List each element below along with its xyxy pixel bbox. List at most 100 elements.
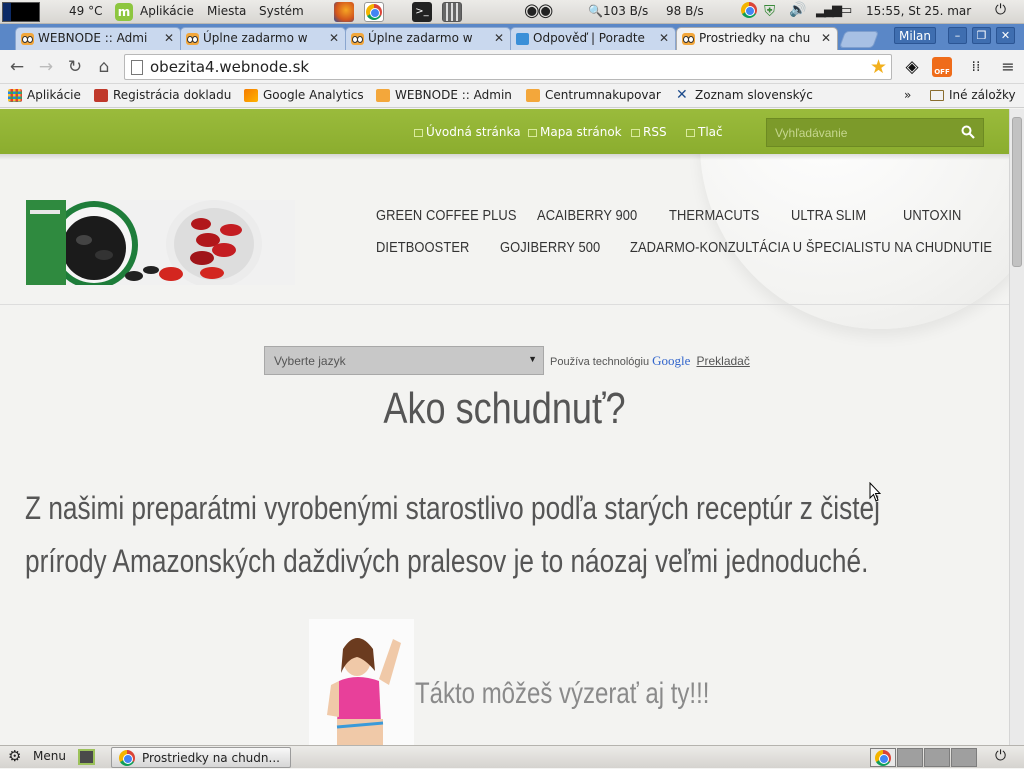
layers-extension-icon[interactable]: ◈ (902, 57, 922, 77)
menu-system[interactable]: Systém (259, 4, 304, 18)
menu-places[interactable]: Miesta (207, 4, 246, 18)
translate-link[interactable]: Prekladač (696, 354, 749, 368)
bookmark-webnode-admin[interactable]: WEBNODE :: Admin (376, 88, 512, 102)
terminal-launcher-icon[interactable]: >_ (412, 2, 432, 22)
clock[interactable]: 15:55, St 25. mar (866, 4, 971, 18)
net-down-readout: 🔍103 B/s (588, 4, 648, 18)
nav-rss-link[interactable]: RSS (631, 125, 667, 139)
tab-label: Odpověď | Poradte (533, 31, 645, 45)
grid-extension-icon[interactable]: ⁞⁞ (966, 57, 986, 77)
workspace-1[interactable] (870, 748, 896, 767)
close-icon[interactable]: ✕ (164, 31, 174, 45)
apps-grid-icon (8, 89, 22, 102)
menu-untoxin[interactable]: UNTOXIN (903, 207, 961, 224)
bookmark-label: Aplikácie (27, 88, 81, 102)
lead-paragraph: Z našimi preparátmi vyrobenými starostli… (25, 482, 968, 588)
bookmarks-bar: Aplikácie Registrácia dokladu Google Ana… (0, 84, 1024, 108)
tab-prostriedky-active[interactable]: Prostriedky na chu ✕ (676, 27, 838, 51)
close-icon[interactable]: ✕ (329, 31, 339, 45)
site-logo-pills-image[interactable] (26, 200, 295, 285)
volume-icon[interactable]: 🔊 (789, 2, 806, 18)
menu-gojiberry-500[interactable]: GOJIBERRY 500 (500, 239, 600, 256)
power-icon[interactable]: ⏻ (995, 2, 1006, 18)
back-icon[interactable]: ← (7, 57, 27, 77)
menu-gear-icon[interactable]: ⚙ (8, 747, 21, 765)
power-icon[interactable]: ⏻ (995, 748, 1006, 764)
analytics-icon (244, 89, 258, 102)
minimize-icon[interactable]: – (948, 27, 967, 44)
bookmark-star-icon[interactable]: ★ (870, 56, 887, 78)
tab-label: Úplne zadarmo w (368, 31, 473, 45)
header-divider (0, 304, 1009, 305)
site-search (766, 118, 984, 147)
cpu-monitor-graph[interactable] (2, 2, 40, 22)
nav-home-link[interactable]: Úvodná stránka (414, 125, 521, 139)
menu-dietbooster[interactable]: DIETBOOSTER (376, 239, 469, 256)
page-scrollbar[interactable] (1009, 109, 1024, 746)
network-icon: 🔍 (588, 4, 603, 18)
webnode-owl-icon (526, 89, 540, 102)
bookmark-zoznam[interactable]: ✕ Zoznam slovenskýc (676, 88, 813, 102)
taskbar-window-chrome[interactable]: Prostriedky na chudn... (111, 747, 291, 768)
site-search-input[interactable] (767, 119, 953, 146)
search-icon[interactable] (961, 125, 975, 139)
new-tab-button[interactable] (838, 31, 880, 48)
workspace-4[interactable] (951, 748, 977, 767)
close-icon[interactable]: ✕ (494, 31, 504, 45)
tagline-text: Tákto môžeš výzerať aj ty!!! (415, 677, 710, 710)
other-bookmarks-folder[interactable]: Iné záložky (930, 88, 1016, 102)
site-top-bar: Úvodná stránka Mapa stránok RSS Tlač (0, 109, 1009, 154)
start-menu-button[interactable]: Menu (33, 749, 66, 763)
menu-green-coffee-plus[interactable]: GREEN COFFEE PLUS (376, 207, 517, 224)
maximize-icon[interactable]: ❐ (972, 27, 991, 44)
workspace-3[interactable] (924, 748, 950, 767)
shield-tray-icon[interactable]: ⛨ (764, 2, 775, 20)
bookmark-apps[interactable]: Aplikácie (8, 88, 81, 102)
taskbar-window-label: Prostriedky na chudn... (142, 751, 280, 765)
tab-odpoved-poradte[interactable]: Odpověď | Poradte ✕ (510, 27, 676, 50)
tab-uplne-zadarmo-1[interactable]: Úplne zadarmo w ✕ (180, 27, 346, 50)
nav-print-link[interactable]: Tlač (686, 125, 723, 139)
tab-webnode-admin[interactable]: WEBNODE :: Admi ✕ (15, 27, 181, 50)
mouse-cursor-icon (869, 482, 881, 502)
bookmark-label: Google Analytics (263, 88, 364, 102)
language-select[interactable]: Vyberte jazyk ▼ (264, 346, 544, 375)
web-page: Úvodná stránka Mapa stránok RSS Tlač Vyh… (0, 109, 1009, 746)
nav-sitemap-link[interactable]: Mapa stránok (528, 125, 622, 139)
off-extension-icon[interactable]: OFF (932, 57, 952, 77)
close-icon[interactable]: ✕ (821, 31, 831, 45)
scrollbar-thumb[interactable] (1012, 117, 1022, 267)
chrome-tray-icon[interactable] (741, 2, 757, 21)
close-icon[interactable]: ✕ (659, 31, 669, 45)
tab-bar: WEBNODE :: Admi ✕ Úplne zadarmo w ✕ Úpln… (0, 24, 1024, 51)
bookmarks-overflow-button[interactable]: » (904, 88, 911, 102)
chrome-launcher-icon[interactable] (364, 2, 384, 22)
battery-icon[interactable]: ▭ (840, 3, 852, 18)
powered-by-text: Používa technológiu (550, 356, 650, 368)
url-text[interactable]: obezita4.webnode.sk (150, 58, 309, 76)
menu-icon[interactable]: ≡ (998, 57, 1018, 77)
mint-logo-icon[interactable]: m (115, 3, 133, 21)
bookmark-centrumnakupovar[interactable]: Centrumnakupovar (526, 88, 661, 102)
bookmark-google-analytics[interactable]: Google Analytics (244, 88, 364, 102)
page-icon (131, 60, 143, 75)
address-bar[interactable]: obezita4.webnode.sk ★ (124, 54, 892, 80)
home-icon[interactable]: ⌂ (94, 57, 114, 77)
slim-woman-image (309, 619, 414, 746)
show-desktop-icon[interactable] (78, 749, 95, 765)
menu-zadarmo-konzultacia[interactable]: ZADARMO-KONZULTÁCIA U ŠPECIALISTU NA CHU… (630, 239, 992, 256)
menu-applications[interactable]: Aplikácie (140, 4, 194, 18)
menu-thermacuts[interactable]: THERMACUTS (669, 207, 759, 224)
profile-button[interactable]: Milan (894, 27, 936, 44)
bookmark-registracia[interactable]: Registrácia dokladu (94, 88, 231, 102)
forward-icon[interactable]: → (36, 57, 56, 77)
workspace-2[interactable] (897, 748, 923, 767)
menu-ultra-slim[interactable]: ULTRA SLIM (791, 207, 866, 224)
reload-icon[interactable]: ↻ (65, 57, 85, 77)
window-close-icon[interactable]: ✕ (996, 27, 1015, 44)
firefox-launcher-icon[interactable] (334, 2, 354, 22)
menu-acaiberry-900[interactable]: ACAIBERRY 900 (537, 207, 637, 224)
signal-icon[interactable]: ▂▄▆ (816, 3, 842, 18)
tab-uplne-zadarmo-2[interactable]: Úplne zadarmo w ✕ (345, 27, 511, 50)
calculator-launcher-icon[interactable] (442, 2, 462, 22)
